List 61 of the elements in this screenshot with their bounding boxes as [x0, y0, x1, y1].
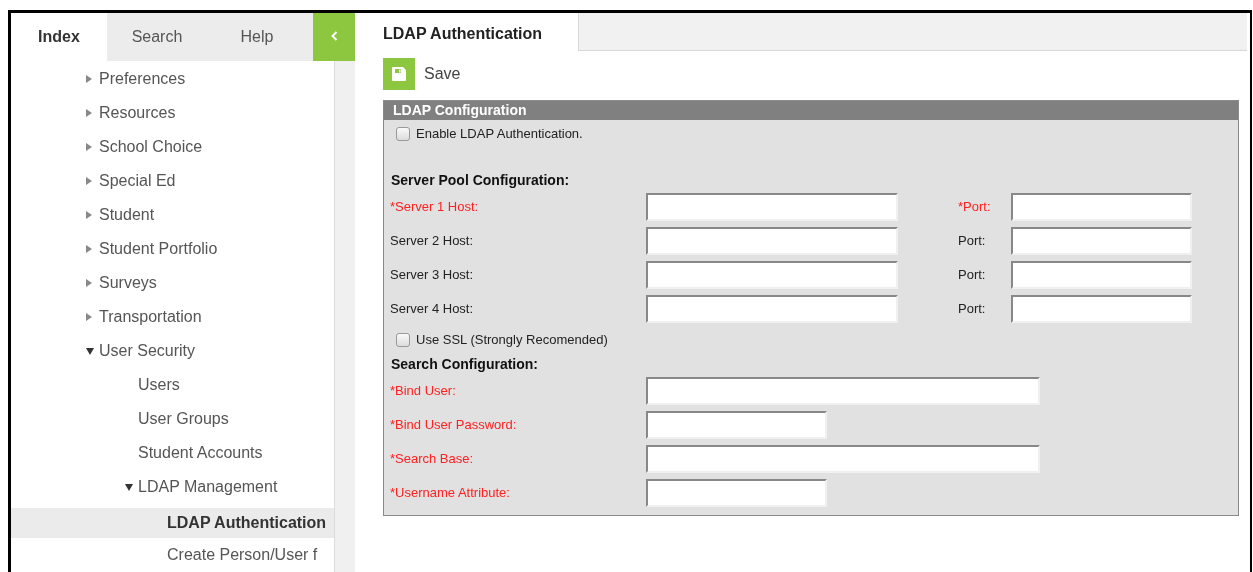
scrollbar[interactable] [334, 61, 355, 572]
text-field[interactable] [646, 479, 827, 507]
caret-right-icon [86, 245, 92, 253]
text-field[interactable] [646, 411, 827, 439]
tree-item[interactable]: Create Person/User f [11, 538, 334, 572]
field-label: Server 2 Host: [390, 233, 474, 248]
text-field[interactable] [1011, 261, 1192, 289]
checkbox-label: Use SSL (Strongly Recomended) [416, 331, 608, 349]
section-heading: Server Pool Configuration: [391, 171, 570, 190]
tree-item[interactable]: Student Accounts [11, 436, 334, 470]
tree-item[interactable]: User Groups [11, 402, 334, 436]
text-field[interactable] [646, 377, 1040, 405]
field-label: Server 3 Host: [390, 267, 474, 282]
tree-item[interactable]: LDAP Management [11, 470, 334, 504]
caret-right-icon [86, 177, 92, 185]
caret-right-icon [86, 75, 92, 83]
save-button[interactable]: Save [383, 58, 461, 90]
field-label: Port: [958, 267, 986, 282]
checkbox[interactable] [396, 127, 410, 141]
text-field[interactable] [1011, 295, 1192, 323]
field-label: Server 4 Host: [390, 301, 474, 316]
text-field[interactable] [646, 295, 898, 323]
tree-item[interactable]: Transportation [11, 300, 334, 334]
field-label: *Username Attribute: [390, 485, 510, 500]
tree-item[interactable]: Resources [11, 96, 334, 130]
field-label: *Server 1 Host: [390, 199, 479, 214]
sidebar-tab[interactable]: Index [11, 13, 107, 61]
caret-right-icon [86, 313, 92, 321]
caret-right-icon [86, 143, 92, 151]
caret-right-icon [86, 279, 92, 287]
section-heading: Search Configuration: [391, 355, 538, 374]
caret-right-icon [86, 109, 92, 117]
tree-item[interactable]: LDAP Authentication [11, 508, 334, 538]
caret-right-icon [86, 211, 92, 219]
chevron-left-icon [330, 31, 338, 41]
checkbox[interactable] [396, 333, 410, 347]
tree-item[interactable]: Student Portfolio [11, 232, 334, 266]
field-label: *Bind User Password: [390, 417, 517, 432]
tree-item[interactable]: Special Ed [11, 164, 334, 198]
text-field[interactable] [1011, 227, 1192, 255]
tree-item[interactable]: School Choice [11, 130, 334, 164]
tree-item[interactable]: User Security [11, 334, 334, 368]
field-label: Port: [958, 233, 986, 248]
caret-down-icon [125, 483, 133, 491]
tree-item[interactable]: Student [11, 198, 334, 232]
field-label: *Bind User: [390, 383, 456, 398]
page-tab[interactable]: LDAP Authentication [357, 13, 579, 51]
field-label: Port: [958, 301, 986, 316]
text-field[interactable] [646, 193, 898, 221]
text-field[interactable] [646, 227, 898, 255]
text-field[interactable] [646, 445, 1040, 473]
checkbox-label: Enable LDAP Authentication. [416, 125, 583, 143]
tree-item[interactable]: Preferences [11, 62, 334, 96]
field-label: *Port: [958, 199, 991, 214]
caret-down-icon [86, 347, 94, 355]
panel-header: LDAP Configuration [384, 101, 1238, 120]
field-label: *Search Base: [390, 451, 474, 466]
tree-item[interactable]: Surveys [11, 266, 334, 300]
tree-item[interactable]: Users [11, 368, 334, 402]
text-field[interactable] [646, 261, 898, 289]
text-field[interactable] [1011, 193, 1192, 221]
